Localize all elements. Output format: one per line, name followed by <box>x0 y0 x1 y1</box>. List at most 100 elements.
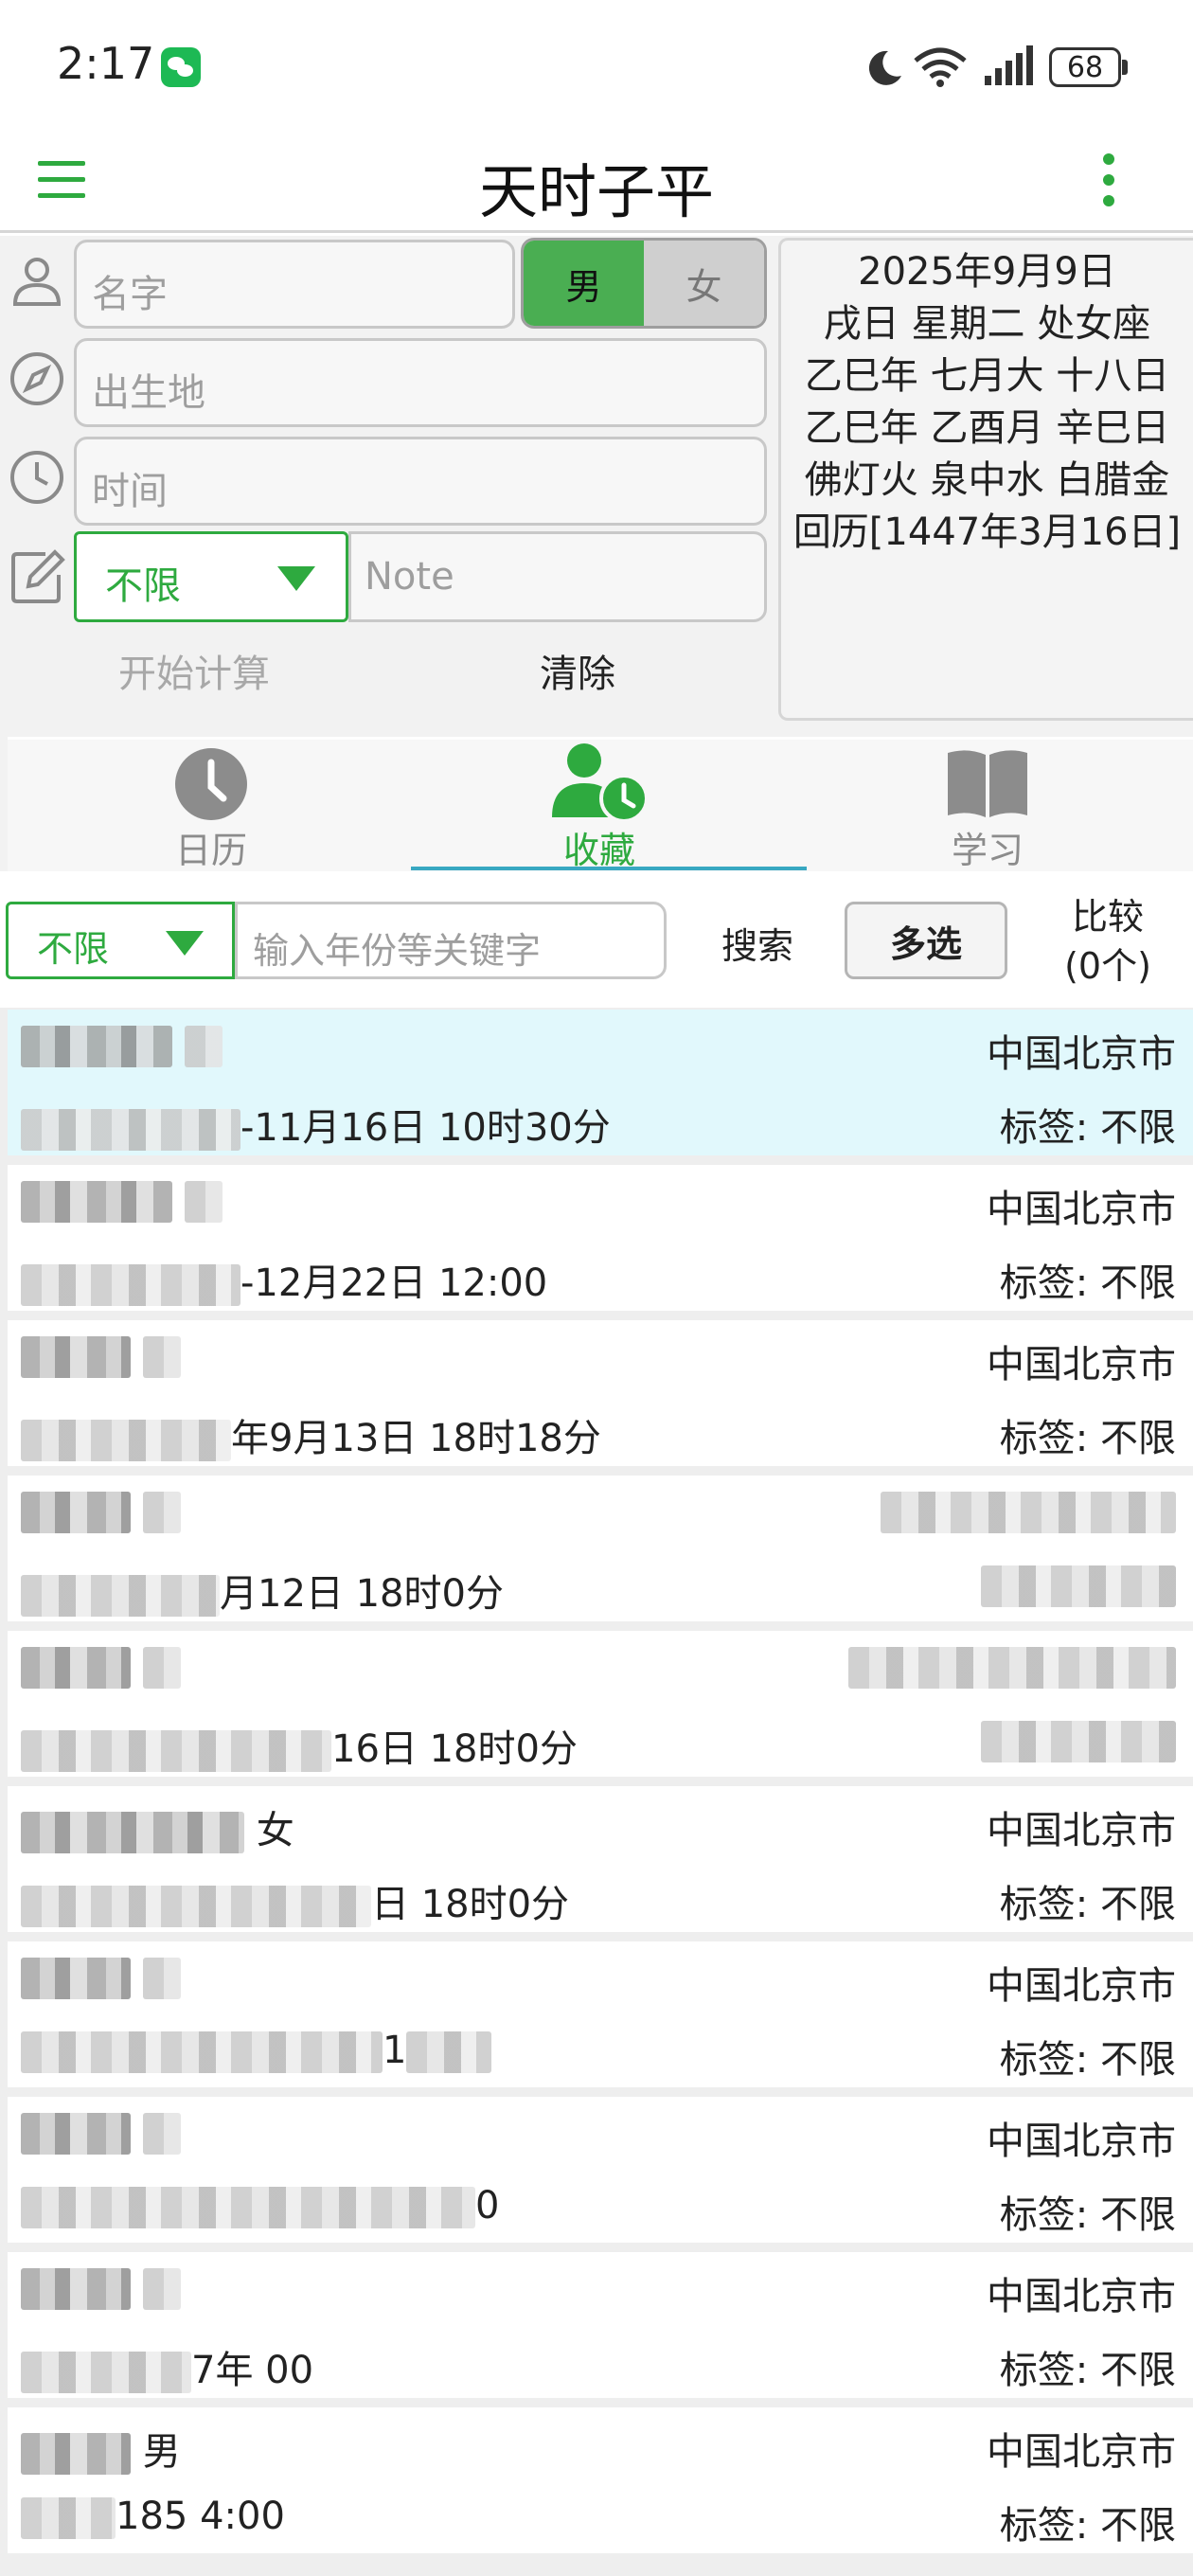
note-input[interactable]: Note <box>348 531 767 622</box>
time-placeholder: 时间 <box>92 470 168 513</box>
date-line-hijri: 回历[1447年3月16日] <box>792 510 1182 554</box>
book-icon <box>948 750 1027 817</box>
favorites-list: 中国北京市 -11月16日 10时30分 标签: 不限 中国北京市 -12月22… <box>0 1008 1193 2576</box>
list-item[interactable]: 中国北京市 -11月16日 10时30分 标签: 不限 <box>8 1010 1193 1155</box>
tab-bar: 日历 收藏 学习 <box>0 737 1193 871</box>
redacted-date <box>21 2497 116 2539</box>
search-button[interactable]: 搜索 <box>697 917 818 969</box>
list-item[interactable]: 男 中国北京市 185 4:00 标签: 不限 <box>8 2407 1193 2553</box>
list-item-place: 中国北京市 <box>987 1964 1176 2008</box>
more-vertical-icon[interactable] <box>1100 153 1117 210</box>
gender-male-button[interactable]: 男 <box>524 241 644 326</box>
search-filter-value: 不限 <box>37 928 110 970</box>
birthplace-placeholder: 出生地 <box>92 371 205 415</box>
date-info-panel: 2025年9月9日 戌日 星期二 处女座 乙巳年 七月大 十八日 乙巳年 乙酉月… <box>778 238 1193 721</box>
person-icon <box>12 258 62 306</box>
tab-favorites-label: 收藏 <box>562 830 635 871</box>
list-item-place: 中国北京市 <box>987 2120 1176 2163</box>
user-clock-icon <box>552 743 649 823</box>
list-item-date: -11月16日 10时30分 <box>240 1106 611 1150</box>
status-time: 2:17 <box>57 38 155 89</box>
list-item-date: 7年 00 <box>191 2349 314 2392</box>
list-item-place: 中国北京市 <box>987 1343 1176 1386</box>
active-tab-indicator <box>411 867 807 870</box>
time-input[interactable]: 时间 <box>74 437 767 526</box>
clock-icon <box>10 451 63 504</box>
redacted-date <box>21 1420 231 1461</box>
redacted-name <box>21 1958 131 1999</box>
input-form: 名字 男 女 出生地 时间 不限 Note 开始计算 清除 2025年9月9日 … <box>0 236 1193 737</box>
start-calculate-button[interactable]: 开始计算 <box>66 643 322 700</box>
compare-button[interactable]: 比较 (0个) <box>1042 892 1174 991</box>
redacted-place <box>848 1647 1176 1689</box>
date-line-weekday: 戌日 星期二 处女座 <box>823 302 1151 346</box>
search-placeholder: 输入年份等关键字 <box>253 930 542 972</box>
app-title: 天时子平 <box>478 157 714 226</box>
redacted-date <box>21 2031 383 2073</box>
search-filter-dropdown[interactable]: 不限 <box>6 902 235 979</box>
compass-icon <box>10 352 63 405</box>
list-item[interactable]: 女 中国北京市 日 18时0分 标签: 不限 <box>8 1786 1193 1932</box>
list-item-date: 1 <box>383 2029 407 2072</box>
list-item-tag: 标签: 不限 <box>999 2193 1176 2237</box>
list-item[interactable]: 16日 18时0分 <box>8 1631 1193 1777</box>
list-item[interactable]: 中国北京市 1 标签: 不限 <box>8 1941 1193 2087</box>
list-item-date: 0 <box>475 2184 500 2227</box>
tab-favorites[interactable]: 收藏 <box>405 740 793 874</box>
battery-icon: 68 <box>1049 47 1129 87</box>
list-item-place: 中国北京市 <box>987 1809 1176 1852</box>
search-toolbar: 不限 输入年份等关键字 搜索 多选 比较 (0个) <box>0 873 1193 1004</box>
list-item-date: 16日 18时0分 <box>331 1727 578 1771</box>
list-item[interactable]: 中国北京市 年9月13日 18时18分 标签: 不限 <box>8 1320 1193 1466</box>
compare-count: (0个) <box>1064 945 1151 987</box>
list-item-gender: 男 <box>142 2430 181 2474</box>
compare-label: 比较 <box>1071 896 1144 938</box>
redacted-date <box>21 1730 331 1772</box>
list-item-place: 中国北京市 <box>987 1032 1176 1076</box>
redacted-name <box>21 1336 131 1378</box>
redacted-name <box>21 1026 172 1067</box>
date-line-ganzhi: 乙巳年 乙酉月 辛巳日 <box>804 406 1170 450</box>
list-item[interactable]: 月12日 18时0分 <box>8 1476 1193 1621</box>
tab-calendar[interactable]: 日历 <box>17 740 405 874</box>
list-item-tag: 标签: 不限 <box>999 2038 1176 2082</box>
redacted-name <box>21 1492 131 1533</box>
multi-select-button[interactable]: 多选 <box>845 902 1007 979</box>
tab-calendar-label: 日历 <box>174 830 247 871</box>
birthplace-input[interactable]: 出生地 <box>74 338 767 427</box>
tab-study[interactable]: 学习 <box>793 740 1182 874</box>
clock-tab-icon <box>175 748 247 820</box>
edit-icon <box>11 549 65 603</box>
list-item[interactable]: 中国北京市 0 标签: 不限 <box>8 2097 1193 2243</box>
list-item-place: 中国北京市 <box>987 2275 1176 2318</box>
name-placeholder: 名字 <box>92 273 168 316</box>
tag-dropdown[interactable]: 不限 <box>74 531 348 622</box>
redacted-date <box>21 1886 371 1927</box>
redacted-name <box>21 1181 172 1223</box>
tab-study-label: 学习 <box>951 830 1024 871</box>
list-item-gender: 女 <box>256 1809 294 1852</box>
clear-button[interactable]: 清除 <box>473 643 682 700</box>
list-item-date: 年9月13日 18时18分 <box>231 1417 601 1460</box>
gender-female-button[interactable]: 女 <box>644 241 764 326</box>
signal-icon <box>985 45 1033 85</box>
redacted-place <box>881 1492 1176 1533</box>
list-item-date: 月12日 18时0分 <box>220 1572 504 1616</box>
battery-level: 68 <box>1049 47 1121 87</box>
name-input[interactable]: 名字 <box>74 240 515 329</box>
list-item[interactable]: 中国北京市 -12月22日 12:00 标签: 不限 <box>8 1165 1193 1311</box>
wechat-notification-icon <box>161 47 201 87</box>
wifi-icon <box>914 47 967 87</box>
note-placeholder: Note <box>365 555 454 599</box>
redacted-date <box>21 1264 240 1306</box>
redacted-tag <box>981 1565 1176 1607</box>
redacted-date <box>21 2187 475 2228</box>
redacted-date <box>21 2352 191 2393</box>
list-item[interactable]: 中国北京市 7年 00 标签: 不限 <box>8 2252 1193 2398</box>
list-item-place: 中国北京市 <box>987 2430 1176 2474</box>
search-input[interactable]: 输入年份等关键字 <box>235 902 667 979</box>
list-item-date: 185 4:00 <box>116 2495 285 2538</box>
tag-dropdown-value: 不限 <box>105 564 181 608</box>
moon-icon <box>868 50 901 85</box>
list-item-tag: 标签: 不限 <box>999 1261 1176 1305</box>
